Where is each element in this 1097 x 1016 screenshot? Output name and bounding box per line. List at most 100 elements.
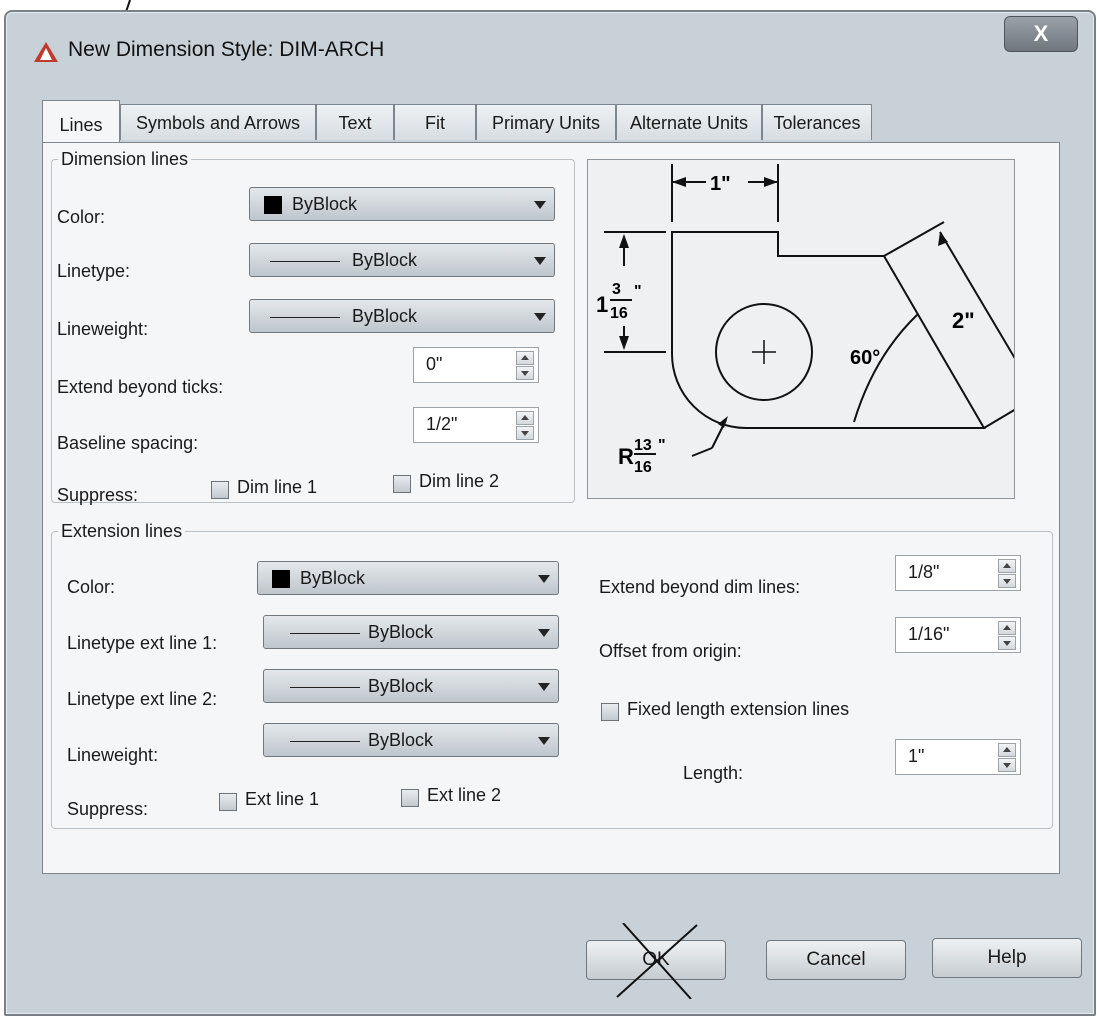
dim-lineweight-dropdown[interactable]: ByBlock (249, 299, 555, 333)
dim-line2-checkbox[interactable] (393, 475, 411, 493)
tab-primary-units[interactable]: Primary Units (476, 104, 616, 140)
baseline-spacing-value: 1/2" (426, 414, 458, 434)
spin-down-icon[interactable] (998, 758, 1016, 772)
extend-beyond-ticks-label: Extend beyond ticks: (57, 377, 224, 397)
ext-linetype1-dropdown[interactable]: ByBlock (263, 615, 559, 649)
lines-tab-panel: Dimension lines Color: ByBlock Linetype:… (42, 142, 1060, 874)
ok-button[interactable]: OK (586, 923, 726, 999)
chevron-down-icon (538, 575, 550, 583)
linetype-sample (270, 261, 340, 262)
tab-text[interactable]: Text (316, 104, 394, 140)
ext-lineweight-dropdown[interactable]: ByBlock (263, 723, 559, 757)
preview-left-unit: " (634, 283, 642, 300)
spin-up-icon[interactable] (516, 351, 534, 365)
ext-line1-label: Ext line 1 (245, 789, 320, 809)
ext-color-value: ByBlock (300, 568, 366, 588)
color-swatch (264, 196, 282, 214)
length-value: 1" (908, 746, 925, 766)
preview-angle: 60° (850, 347, 880, 369)
ext-line2-label: Ext line 2 (427, 785, 502, 805)
chevron-down-icon (538, 683, 550, 691)
dim-linetype-label: Linetype: (57, 261, 131, 281)
ext-color-dropdown[interactable]: ByBlock (257, 561, 559, 595)
preview-radius-prefix: R (618, 444, 634, 469)
offset-origin-label: Offset from origin: (599, 641, 742, 661)
help-button[interactable]: Help (932, 938, 1082, 978)
chevron-down-icon (534, 201, 546, 209)
extend-beyond-ticks-input[interactable]: 0" (413, 347, 539, 383)
cancel-button[interactable]: Cancel (766, 940, 906, 980)
preview-dim-right: 2" (952, 308, 975, 333)
dim-line2-label: Dim line 2 (419, 471, 500, 491)
close-button[interactable]: X (1004, 16, 1078, 52)
color-swatch (272, 570, 290, 588)
lineweight-sample (270, 317, 340, 318)
preview-left-den: 16 (610, 305, 628, 322)
dim-lineweight-label: Lineweight: (57, 319, 149, 339)
autocad-logo-icon (34, 42, 58, 62)
ext-color-label: Color: (67, 577, 116, 597)
ext-line2-checkbox[interactable] (401, 789, 419, 807)
dim-line1-label: Dim line 1 (237, 477, 318, 497)
length-input[interactable]: 1" (895, 739, 1021, 775)
ext-linetype1-value: ByBlock (368, 622, 434, 642)
extension-lines-legend: Extension lines (61, 521, 183, 541)
fixed-length-label: Fixed length extension lines (627, 699, 850, 719)
dim-color-dropdown[interactable]: ByBlock (249, 187, 555, 221)
dim-linetype-dropdown[interactable]: ByBlock (249, 243, 555, 277)
preview-left-num: 3 (612, 281, 621, 298)
tab-tolerances[interactable]: Tolerances (762, 104, 872, 140)
baseline-spacing-label: Baseline spacing: (57, 433, 199, 453)
lineweight-sample (290, 741, 360, 742)
chevron-down-icon (534, 313, 546, 321)
dimension-style-dialog: New Dimension Style: DIM-ARCH X Lines Sy… (4, 10, 1096, 1016)
ext-linetype2-label: Linetype ext line 2: (67, 689, 218, 709)
baseline-spacing-input[interactable]: 1/2" (413, 407, 539, 443)
spin-up-icon[interactable] (998, 621, 1016, 635)
extend-beyond-ticks-value: 0" (426, 354, 443, 374)
spin-up-icon[interactable] (516, 411, 534, 425)
extend-dim-lines-input[interactable]: 1/8" (895, 555, 1021, 591)
spin-down-icon[interactable] (516, 426, 534, 440)
window-title: New Dimension Style: DIM-ARCH (68, 38, 385, 61)
dimension-preview: 1" 2" 60° 1 3 16 " R 13 16 " (587, 159, 1049, 499)
chevron-down-icon (534, 257, 546, 265)
cross-out-mark (616, 923, 698, 999)
dim-suppress-label: Suppress: (57, 485, 139, 505)
ext-line1-checkbox[interactable] (219, 793, 237, 811)
dimension-lines-legend: Dimension lines (61, 149, 189, 169)
preview-drawing: 1" 2" 60° 1 3 16 " R 13 16 " (596, 164, 1049, 476)
dim-color-value: ByBlock (292, 194, 358, 214)
ext-linetype2-value: ByBlock (368, 676, 434, 696)
ext-lineweight-label: Lineweight: (67, 745, 159, 765)
spin-down-icon[interactable] (516, 366, 534, 380)
preview-radius-den: 16 (634, 459, 652, 476)
dim-linetype-value: ByBlock (352, 250, 418, 270)
dim-color-label: Color: (57, 207, 106, 227)
offset-origin-input[interactable]: 1/16" (895, 617, 1021, 653)
offset-origin-value: 1/16" (908, 624, 950, 644)
tab-symbols-and-arrows[interactable]: Symbols and Arrows (120, 104, 316, 140)
linetype-sample (290, 633, 360, 634)
extend-dim-lines-value: 1/8" (908, 562, 940, 582)
chevron-down-icon (538, 629, 550, 637)
tab-lines[interactable]: Lines (42, 100, 120, 142)
spin-down-icon[interactable] (998, 574, 1016, 588)
ext-linetype1-label: Linetype ext line 1: (67, 633, 218, 653)
title-bar: New Dimension Style: DIM-ARCH X (6, 12, 1094, 70)
preview-radius-num: 13 (634, 437, 652, 454)
tab-fit[interactable]: Fit (394, 104, 476, 140)
tab-alternate-units[interactable]: Alternate Units (616, 104, 762, 140)
ext-suppress-label: Suppress: (67, 799, 149, 819)
ext-linetype2-dropdown[interactable]: ByBlock (263, 669, 559, 703)
length-label: Length: (683, 763, 744, 783)
spin-up-icon[interactable] (998, 559, 1016, 573)
spin-up-icon[interactable] (998, 743, 1016, 757)
dim-line1-checkbox[interactable] (211, 481, 229, 499)
dim-lineweight-value: ByBlock (352, 306, 418, 326)
fixed-length-checkbox[interactable] (601, 703, 619, 721)
spin-down-icon[interactable] (998, 636, 1016, 650)
ext-lineweight-value: ByBlock (368, 730, 434, 750)
extend-dim-lines-label: Extend beyond dim lines: (599, 577, 801, 597)
linetype-sample (290, 687, 360, 688)
